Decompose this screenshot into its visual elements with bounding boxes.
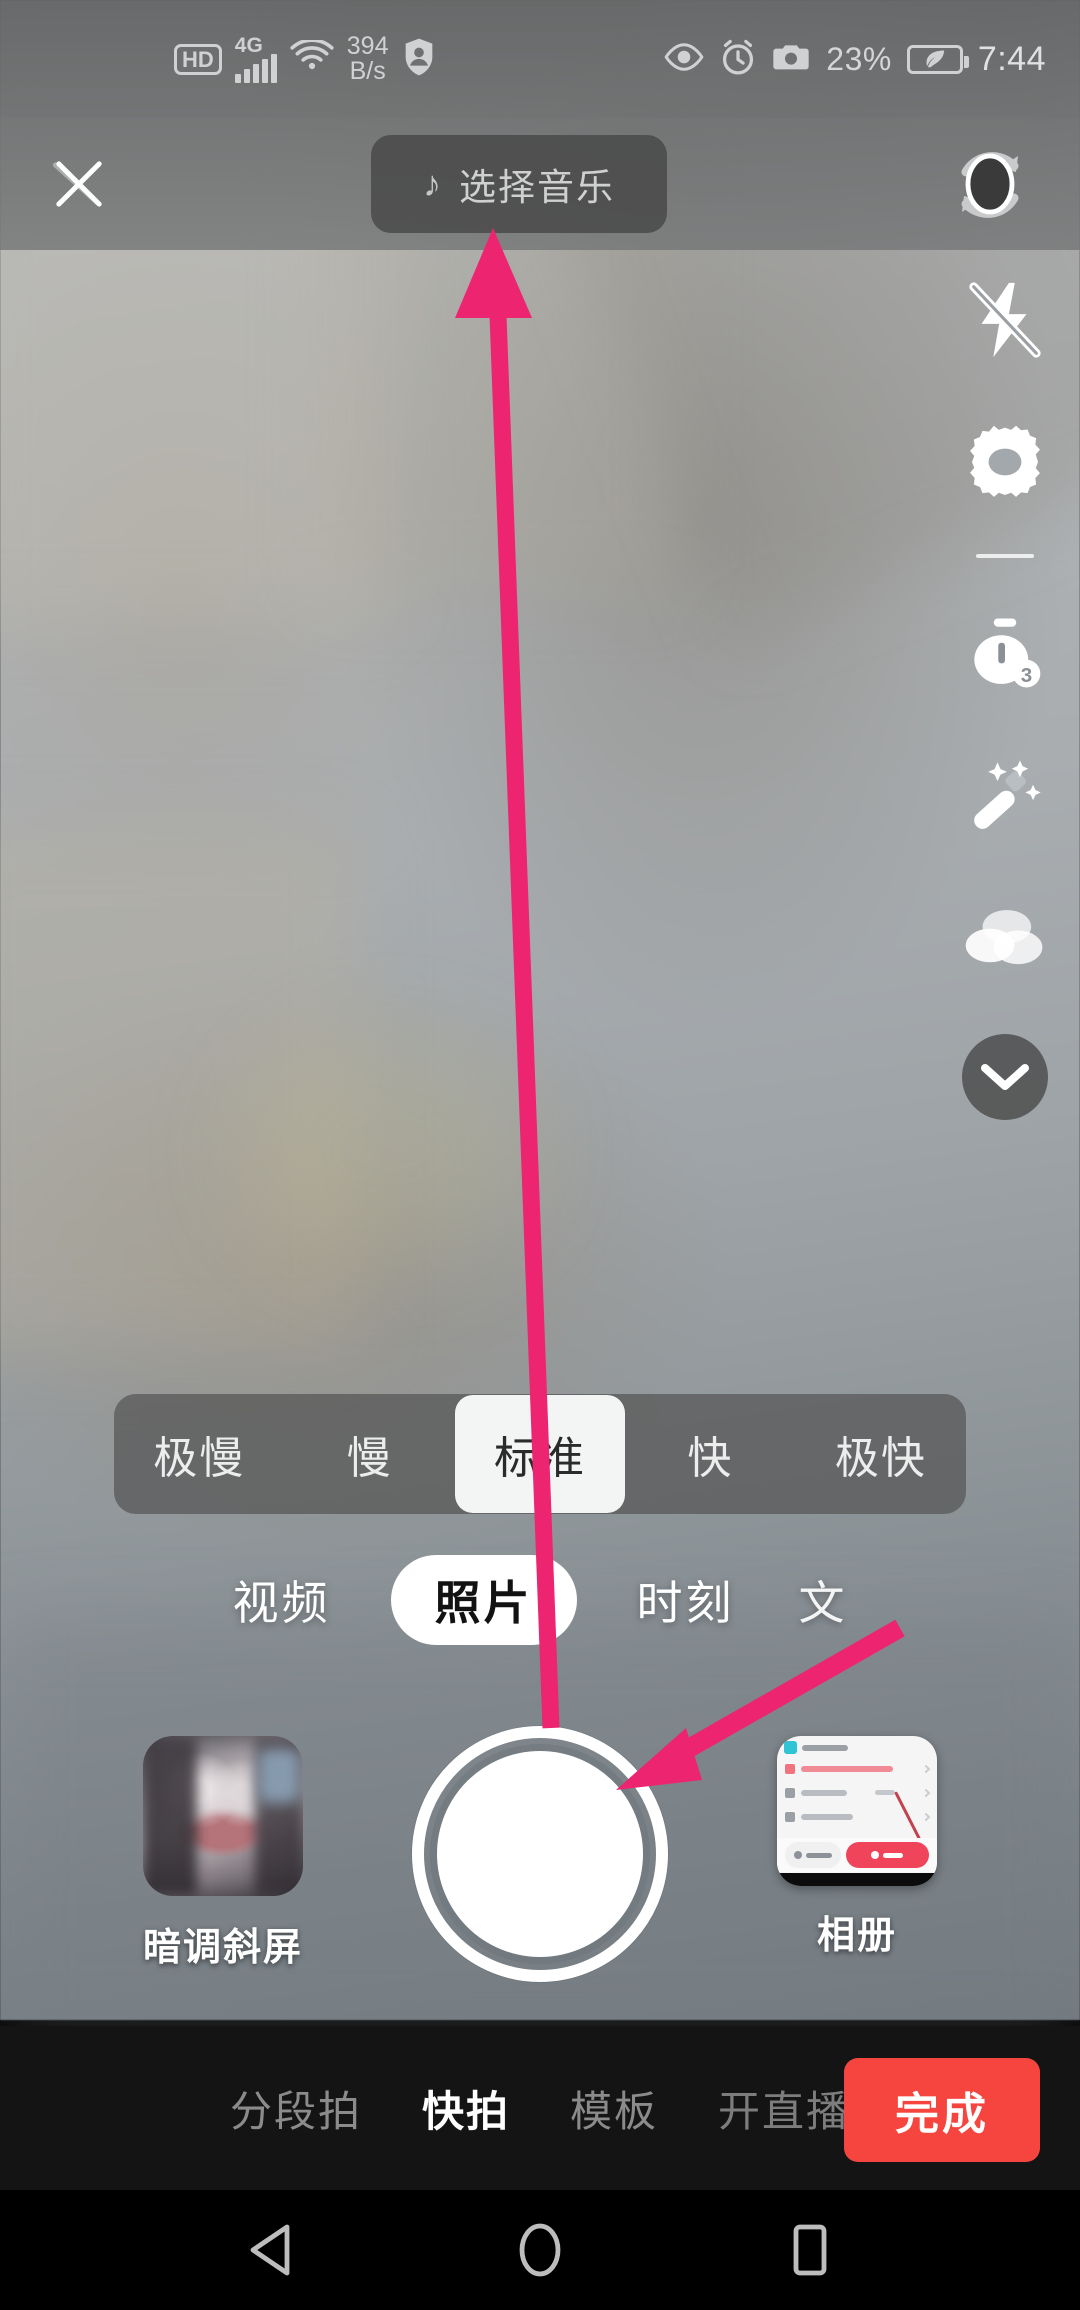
album-label: 相册 (816, 1915, 897, 1957)
recents-square-icon[interactable] (765, 2205, 855, 2295)
camera-capture-screen: HD 4G 394 B/s 23% 7:44 ♪ 选择音乐 3 极慢 慢 标准 … (0, 0, 1080, 2310)
bottom-tab-segmented[interactable]: 分段拍 (230, 2078, 362, 2139)
eye-comfort-icon (663, 42, 705, 77)
signal-bars-icon: 4G (234, 35, 277, 83)
shutter-inner (437, 1751, 643, 1957)
svg-text:3: 3 (1021, 664, 1032, 687)
shutter-button[interactable] (412, 1726, 668, 1982)
top-toolbar: ♪ 选择音乐 (0, 118, 1080, 250)
speed-option-3[interactable]: 快 (625, 1395, 795, 1513)
camera-viewfinder[interactable] (0, 0, 1080, 2040)
speed-option-4[interactable]: 极快 (796, 1395, 966, 1513)
status-bar-clock: 7:44 (977, 39, 1046, 78)
album-screenshot-thumbnail (777, 1736, 937, 1886)
rail-divider (976, 554, 1034, 558)
select-music-label: 选择音乐 (459, 167, 615, 208)
mode-tab-moment[interactable]: 时刻 (633, 1557, 739, 1643)
bottom-tab-template[interactable]: 模板 (570, 2078, 658, 2139)
bottom-tab-live[interactable]: 开直播 (718, 2078, 850, 2139)
effect-label: 暗调斜屏 (142, 1927, 303, 1969)
camera-tools-rail: 3 (930, 268, 1080, 1120)
select-music-button[interactable]: ♪ 选择音乐 (371, 135, 667, 233)
beauty-wand-icon[interactable] (953, 744, 1057, 848)
timer-icon[interactable]: 3 (953, 602, 1057, 706)
filters-icon[interactable] (953, 886, 1057, 990)
camera-icon (771, 41, 811, 78)
battery-power-saving-icon (906, 44, 969, 74)
status-bar: HD 4G 394 B/s 23% 7:44 (0, 0, 1080, 118)
wifi-icon (290, 37, 334, 79)
mode-tab-photo[interactable]: 照片 (390, 1555, 577, 1645)
speed-option-0[interactable]: 极慢 (114, 1395, 284, 1513)
mode-tab-video[interactable]: 视频 (229, 1557, 335, 1643)
status-bar-left: HD 4G 394 B/s (34, 34, 436, 84)
status-bar-right: 23% 7:44 (663, 38, 1046, 81)
speed-option-2[interactable]: 标准 (454, 1395, 626, 1513)
settings-gear-icon[interactable] (953, 410, 1057, 514)
done-button[interactable]: 完成 (844, 2058, 1040, 2162)
capture-mode-tabs: 视频 照片 时刻 文 (0, 1548, 1080, 1652)
speed-option-1[interactable]: 慢 (284, 1395, 454, 1513)
shield-person-icon (402, 37, 436, 82)
data-rate: 394 B/s (346, 32, 389, 85)
album-button[interactable]: 相册 (762, 1736, 952, 1959)
portrait-effect-thumbnail (143, 1736, 303, 1896)
speed-selector: 极慢 慢 标准 快 极快 (114, 1394, 966, 1514)
close-icon[interactable] (46, 151, 112, 217)
home-circle-icon[interactable] (495, 2205, 585, 2295)
bottom-tab-quick[interactable]: 快拍 (422, 2078, 510, 2139)
battery-percent: 23% (826, 40, 892, 77)
alarm-clock-icon (720, 38, 756, 81)
hd-badge: HD (174, 43, 222, 75)
back-triangle-icon[interactable] (225, 2205, 315, 2295)
flash-off-icon[interactable] (953, 268, 1057, 372)
android-nav-bar (0, 2190, 1080, 2310)
capture-row: 暗调斜屏 相册 (0, 1726, 1080, 2026)
effect-button[interactable]: 暗调斜屏 (128, 1736, 318, 1971)
flip-camera-icon[interactable] (946, 140, 1034, 228)
chevron-down-icon[interactable] (962, 1034, 1048, 1120)
mode-tab-text[interactable]: 文 (795, 1557, 852, 1643)
music-note-icon: ♪ (423, 163, 441, 204)
